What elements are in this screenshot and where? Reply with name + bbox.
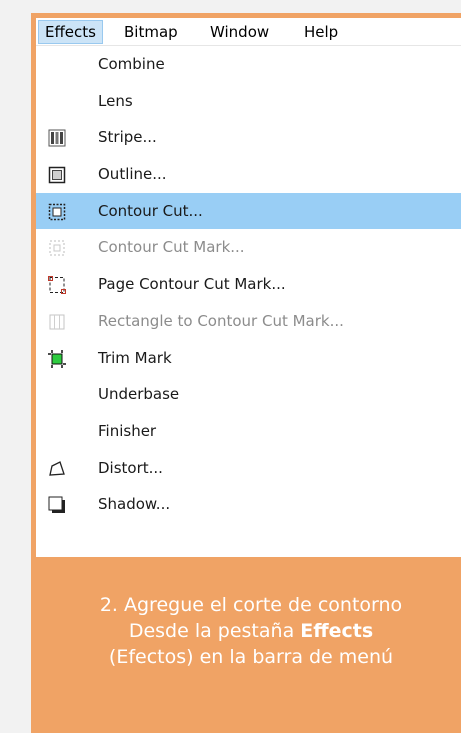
menu-item-label: Rectangle to Contour Cut Mark... bbox=[98, 311, 344, 330]
menu-item-label: Underbase bbox=[98, 385, 180, 404]
page-contour-cut-mark-icon bbox=[48, 276, 66, 295]
menu-item-rectangle-to-contour-cut-mark[interactable]: Rectangle to Contour Cut Mark... bbox=[36, 303, 461, 340]
stripe-icon bbox=[48, 129, 66, 147]
menu-item-label: Combine bbox=[98, 55, 165, 73]
menu-bar: Effects Bitmap Window Help bbox=[36, 18, 461, 46]
effects-dropdown: Combine Lens Stripe... Outline... Contou… bbox=[36, 46, 461, 523]
menu-help[interactable]: Help bbox=[298, 21, 344, 43]
instruction-caption: 2. Agregue el corte de contorno Desde la… bbox=[31, 568, 461, 670]
menu-item-contour-cut[interactable]: Contour Cut... bbox=[36, 192, 461, 230]
menu-window[interactable]: Window bbox=[204, 21, 275, 43]
menu-item-outline[interactable]: Outline... bbox=[36, 156, 461, 193]
menu-item-lens[interactable]: Lens bbox=[36, 83, 461, 120]
menu-item-label: Lens bbox=[98, 91, 133, 110]
menu-item-label: Contour Cut Mark... bbox=[98, 238, 245, 257]
menu-item-underbase[interactable]: Underbase bbox=[36, 376, 461, 413]
step-line-1: Desde la pestaña Effects bbox=[31, 618, 461, 644]
step-line-1-text: Desde la pestaña bbox=[128, 620, 301, 642]
distort-icon bbox=[49, 460, 65, 476]
contour-cut-mark-icon bbox=[49, 240, 65, 256]
menu-item-trim-mark[interactable]: Trim Mark bbox=[36, 340, 461, 377]
contour-cut-icon bbox=[48, 203, 66, 220]
step-title: 2. Agregue el corte de contorno bbox=[99, 594, 403, 616]
menu-item-finisher[interactable]: Finisher bbox=[36, 413, 461, 450]
menu-item-distort[interactable]: Distort... bbox=[36, 450, 461, 487]
menu-item-label: Stripe... bbox=[98, 128, 157, 147]
menu-item-stripe[interactable]: Stripe... bbox=[36, 119, 461, 156]
menu-item-label: Page Contour Cut Mark... bbox=[98, 275, 286, 294]
app-window: Effects Bitmap Window Help Combine Lens … bbox=[36, 18, 461, 557]
menu-item-contour-cut-mark[interactable]: Contour Cut Mark... bbox=[36, 229, 461, 266]
menu-bitmap[interactable]: Bitmap bbox=[118, 21, 184, 43]
menu-item-label: Distort... bbox=[98, 458, 163, 477]
step-line-2: (Efectos) en la barra de menú bbox=[108, 646, 394, 668]
menu-effects[interactable]: Effects bbox=[38, 20, 103, 44]
shadow-icon bbox=[48, 496, 65, 514]
menu-item-shadow[interactable]: Shadow... bbox=[36, 486, 461, 523]
rectangle-contour-icon bbox=[49, 314, 65, 330]
outline-icon bbox=[48, 166, 66, 184]
menu-item-label: Finisher bbox=[98, 421, 157, 440]
trim-mark-icon bbox=[48, 349, 66, 368]
menu-item-page-contour-cut-mark[interactable]: Page Contour Cut Mark... bbox=[36, 266, 461, 303]
menu-item-label: Shadow... bbox=[98, 495, 171, 514]
step-line-1-bold: Effects bbox=[300, 620, 374, 642]
menu-item-label: Contour Cut... bbox=[98, 201, 203, 220]
menu-item-label: Outline... bbox=[98, 165, 167, 184]
menu-item-combine[interactable]: Combine bbox=[36, 46, 461, 83]
menu-item-label: Trim Mark bbox=[98, 348, 172, 367]
